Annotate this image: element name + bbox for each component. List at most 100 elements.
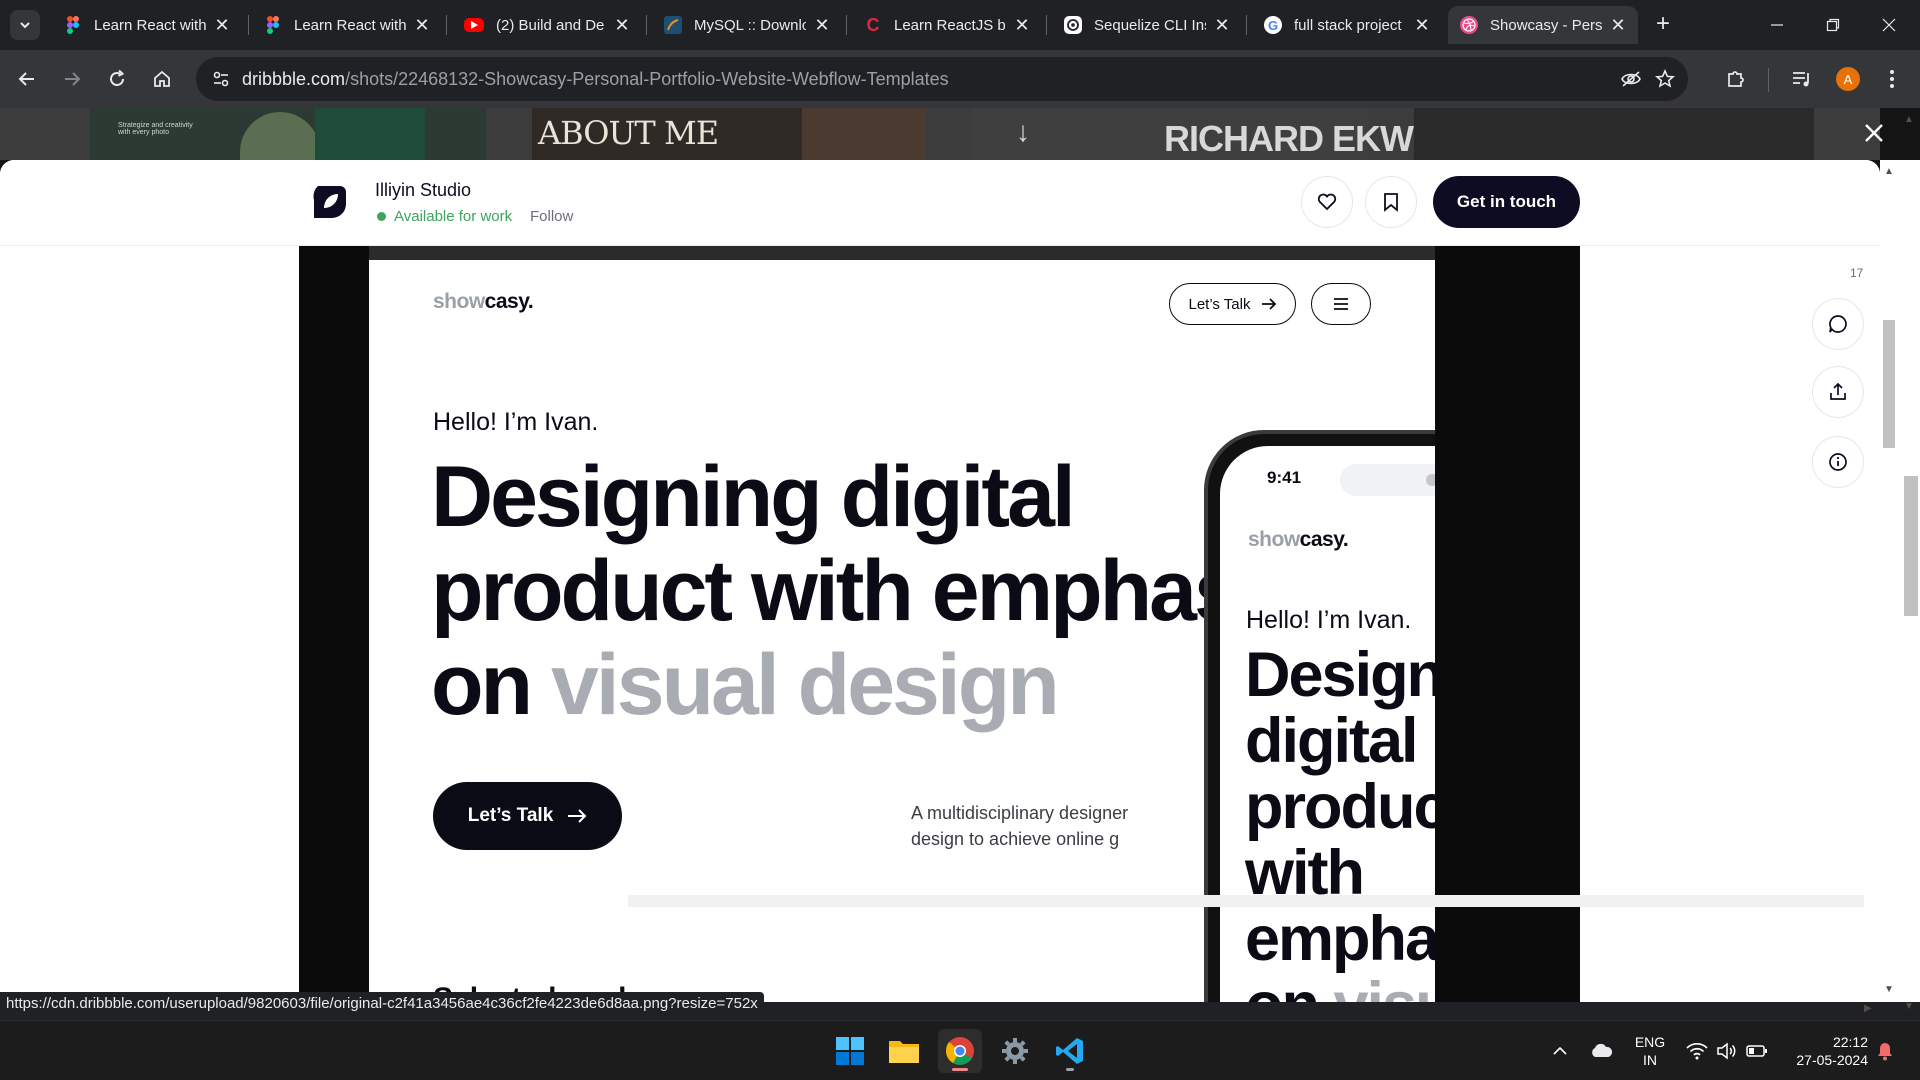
clock-date: 27-05-2024 [1796,1052,1868,1068]
onedrive-tray[interactable] [1589,1021,1613,1080]
forward-button[interactable] [57,64,87,94]
file-explorer-button[interactable] [882,1029,926,1073]
close-modal-button[interactable] [1860,122,1888,150]
address-bar[interactable]: dribbble.com/shots/22468132-Showcasy-Per… [196,57,1688,101]
backdrop-thumb [1414,108,1814,160]
tab-close-icon[interactable]: ✕ [1610,15,1626,36]
scroll-down-arrow[interactable]: ▼ [1904,1001,1914,1012]
follow-link[interactable]: Follow [530,208,573,225]
comments-button[interactable] [1812,298,1864,350]
close-window-button[interactable] [1869,10,1909,40]
tab-title: Learn React with [294,16,406,34]
playlist-icon [1793,72,1809,87]
back-button[interactable] [12,64,42,94]
extensions-button[interactable] [1722,65,1750,93]
tab-4[interactable]: C Learn ReactJS by ✕ [852,6,1042,44]
tab-3[interactable]: MySQL :: Downlo ✕ [652,6,842,44]
tab-2[interactable]: (2) Build and De ✕ [452,6,642,44]
system-clock[interactable]: 22:12 27-05-2024 [1778,1033,1868,1069]
tab-7-active[interactable]: Showcasy - Perso ✕ [1448,6,1638,44]
restore-button[interactable] [1813,10,1853,40]
bookmark-star-icon[interactable] [1654,68,1676,90]
profile-avatar[interactable]: A [1836,67,1860,91]
availability-label: Available for work [394,208,513,225]
tab-0[interactable]: Learn React with ✕ [52,6,242,44]
tab-close-icon[interactable]: ✕ [614,15,630,36]
chrome-taskbar-button[interactable] [938,1029,982,1073]
show-hidden-icons[interactable] [1552,1021,1568,1080]
chevron-up-icon [1553,1046,1567,1055]
minimize-button[interactable] [1757,10,1797,40]
start-button[interactable] [828,1029,872,1073]
studio-logo[interactable] [310,182,350,222]
tab-close-icon[interactable]: ✕ [1414,15,1430,36]
logo-dark-part: casy. [484,290,534,313]
like-button[interactable] [1301,176,1353,228]
phone-headline-line: digital [1245,706,1418,776]
reload-button[interactable] [102,64,132,94]
phone-headline-line: emphasis [1245,904,1435,974]
backdrop-thumb-caption: Strategize and creativity with every pho… [118,122,193,136]
backdrop-thumb: Strategize and creativity with every pho… [90,108,486,160]
volume-tray[interactable] [1716,1021,1738,1080]
youtube-icon [464,18,484,32]
network-tray[interactable] [1686,1021,1708,1080]
share-button[interactable] [1812,366,1864,418]
tab-close-icon[interactable]: ✕ [1014,15,1030,36]
tab-title: Learn ReactJS by [894,16,1006,34]
scroll-up-arrow[interactable]: ▲ [1904,114,1914,125]
page-scrollbar-thumb[interactable] [1904,476,1918,616]
scroll-right-arrow[interactable]: ▶ [1864,1003,1872,1014]
battery-tray[interactable] [1746,1021,1768,1080]
tab-close-icon[interactable]: ✕ [214,15,230,36]
language-indicator[interactable]: ENG IN [1630,1033,1670,1069]
browser-menu-button[interactable] [1878,65,1906,93]
toolbar-separator [1768,68,1769,92]
tab-1[interactable]: Learn React with ✕ [252,6,442,44]
get-in-touch-button[interactable]: Get in touch [1433,176,1580,228]
tab-search-button[interactable] [10,10,40,40]
details-button[interactable] [1812,436,1864,488]
gear-icon [1002,1038,1028,1064]
tab-5[interactable]: Sequelize CLI Ins ✕ [1052,6,1242,44]
chatgpt-icon [1064,16,1082,34]
region-code: IN [1643,1052,1657,1068]
language-code: ENG [1634,1034,1666,1050]
url-domain: dribbble.com [242,69,346,89]
share-icon [1830,382,1846,400]
description-line: A multidisciplinary designer [911,803,1129,823]
scroll-down-arrow[interactable]: ▼ [1884,984,1894,995]
vscode-taskbar-button[interactable] [1048,1029,1092,1073]
modal-scrollbar-thumb[interactable] [1883,320,1895,448]
mockup-lets-talk-button: Let’s Talk [1169,283,1296,325]
tab-close-icon[interactable]: ✕ [414,15,430,36]
open-app-indicator [1066,1068,1074,1071]
site-settings-icon[interactable] [210,68,232,90]
media-controls-button[interactable] [1788,65,1816,93]
tab-close-icon[interactable]: ✕ [1214,15,1230,36]
arrow-down-icon: ↓ [1016,116,1030,147]
phone-showcasy-logo: showcasy. [1248,528,1349,552]
save-button[interactable] [1365,176,1417,228]
studio-name[interactable]: Illiyin Studio [375,180,471,201]
eye-off-icon[interactable] [1620,68,1642,90]
tab-separator [646,15,647,35]
headline-line: Designing digital [431,449,1076,545]
scroll-up-arrow[interactable]: ▲ [1884,166,1894,177]
notifications-button[interactable] [1876,1021,1894,1080]
backdrop-thumb-text: ABOUT ME [538,114,719,152]
backdrop-thumbnails: Strategize and creativity with every pho… [0,108,1880,160]
dynamic-island [1340,464,1435,496]
tab-6[interactable]: G full stack project ✕ [1252,6,1442,44]
battery-icon [1746,1045,1767,1057]
backdrop-photo [802,108,926,160]
horizontal-scrollbar[interactable] [628,895,1864,907]
mockup-lets-talk-label: Let’s Talk [1188,295,1251,313]
tab-close-icon[interactable]: ✕ [814,15,830,36]
url-text[interactable]: dribbble.com/shots/22468132-Showcasy-Per… [242,69,949,90]
description-line: design to achieve online g [911,829,1120,849]
new-tab-button[interactable]: + [1650,12,1676,38]
settings-taskbar-button[interactable] [993,1029,1037,1073]
wifi-icon [1686,1042,1708,1060]
home-button[interactable] [147,64,177,94]
